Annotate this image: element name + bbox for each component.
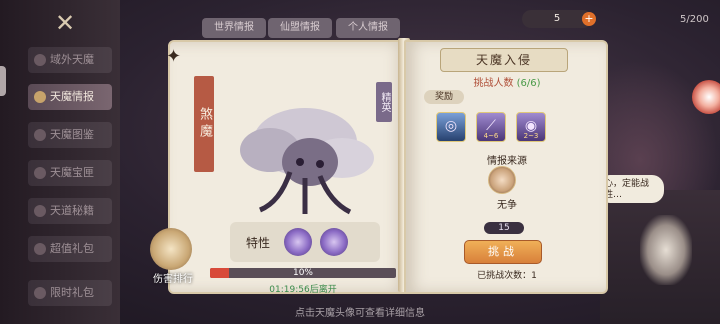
nav-item-label: 域外天魔 [50,53,94,66]
nav-dot-icon [34,243,46,255]
reward-item-orb[interactable]: ◉ 2~3 [516,112,546,142]
trait-panel: 特性 [230,222,380,262]
cost-value: 15 [498,223,510,233]
trait-label: 特性 [246,236,271,250]
leave-timer: 01:19:56后离开 [269,285,337,295]
challengers-count: 挑战人数 (6/6) [414,74,600,89]
reward-item-staff[interactable]: ⟋ 4~6 [476,112,506,142]
reward-count: 2~3 [523,132,539,140]
challengers-value: (6/6) [516,78,541,89]
nav-item-demon-intel[interactable]: 天魔情报 [28,84,112,110]
source-avatar[interactable] [488,166,516,194]
nav-item-label: 天道秘籍 [50,204,94,217]
trait-skill-icon[interactable] [284,228,312,256]
nav-item-demon-codex[interactable]: 天魔图鉴 [28,122,112,148]
nav-dot-icon [34,167,46,179]
trait-skill-icon[interactable] [320,228,348,256]
monster-page: ✦ 煞魔 精英 特性 10% 01:19:56后离开 [166,40,408,295]
intel-book: ✦ 煞魔 精英 特性 10% 01:19:56后离开 伤害排行 天魔入侵 挑战人… [150,32,608,295]
ribbon-icon: ✦ [166,46,182,67]
reward-label: 奖励 [424,90,464,104]
nav-item-limited-pack[interactable]: 限时礼包 [28,280,112,306]
nav-dot-icon [34,205,46,217]
nav-item-label: 天魔图鉴 [50,128,94,141]
damage-rank-label[interactable]: 伤害排行 [146,270,200,285]
nav-dot-icon [34,54,46,66]
challenge-cost: 15 [484,222,524,234]
close-icon[interactable]: ✕ [52,10,78,36]
monster-portrait[interactable] [220,92,390,222]
nav-dot-icon [34,287,46,299]
source-label: 情报来源 [487,156,527,167]
nav-dot-icon [34,91,46,103]
monster-name-banner: 煞魔 [194,76,214,172]
currency-value: 5 [553,13,561,24]
nav-item-outer-demon[interactable]: 域外天魔 [28,47,112,73]
nav-item-demon-chest[interactable]: 天魔宝匣 [28,160,112,186]
monster-name: 煞魔 [197,107,212,141]
nav-dot-icon [34,129,46,141]
energy-counter: 5/200 [680,14,709,25]
add-currency-button[interactable]: + [582,12,596,26]
left-nav: ✕ 域外天魔 天魔情报 天魔图鉴 天魔宝匣 天道秘籍 超值礼包 限时礼包 [0,0,120,324]
nav-item-value-pack[interactable]: 超值礼包 [28,236,112,262]
nav-item-label: 天魔情报 [50,90,94,103]
nav-item-secret-book[interactable]: 天道秘籍 [28,198,112,224]
reward-item-ring[interactable]: ◎ [436,112,466,142]
ring-icon: ◎ [444,118,458,134]
side-handle[interactable] [0,66,6,96]
damage-rank-icon[interactable] [150,228,192,270]
challenge-button[interactable]: 挑战 [464,240,542,264]
source-name: 无争 [497,200,517,211]
npc-figure [640,215,692,285]
hp-percent: 10% [292,268,313,278]
nav-item-label: 限时礼包 [50,286,94,299]
lantern-icon [692,80,720,114]
reward-count: 4~6 [483,132,499,140]
nav-item-label: 超值礼包 [50,242,94,255]
challenged-count: 已挑战次数：1 [477,271,537,281]
nav-item-label: 天魔宝匣 [50,166,94,179]
challengers-label: 挑战人数 [473,78,514,89]
invasion-title: 天魔入侵 [440,48,568,72]
